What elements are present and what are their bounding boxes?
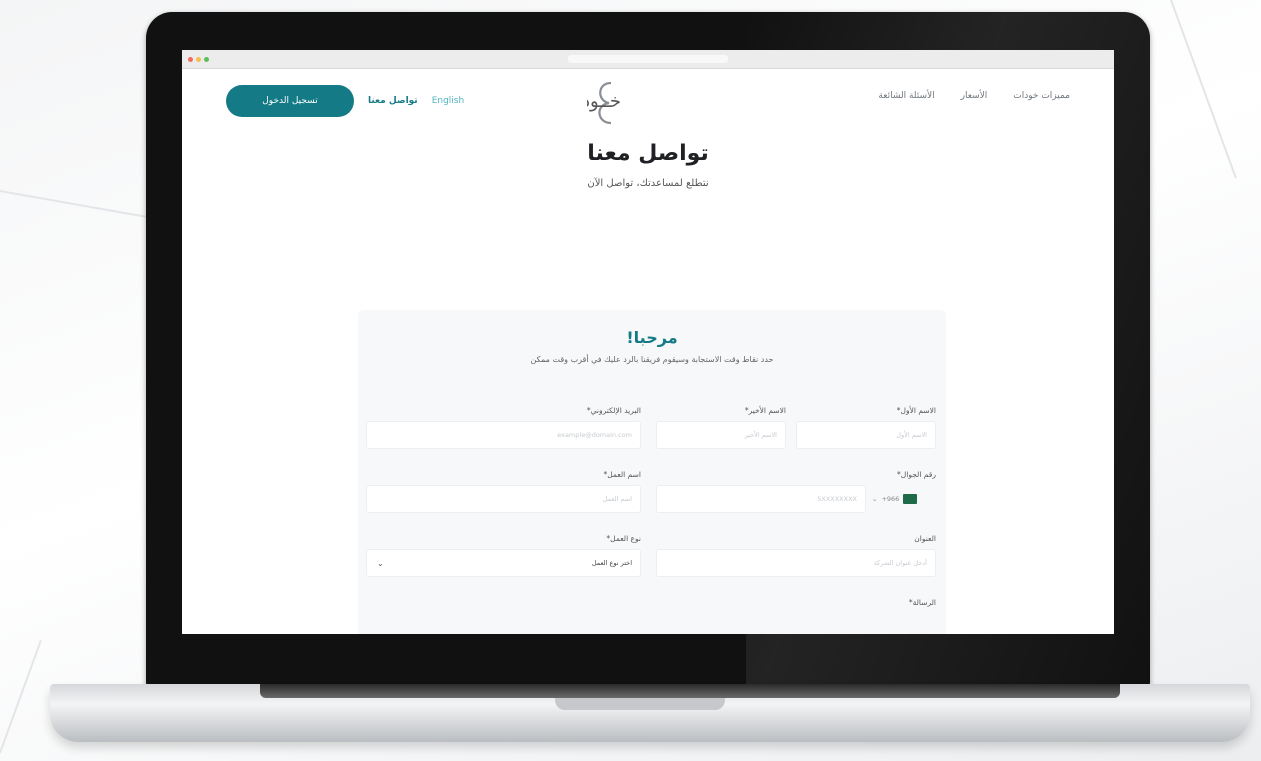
background-line bbox=[0, 640, 42, 754]
phone-label: رقم الجوال* bbox=[897, 470, 936, 479]
address-input[interactable]: أدخل عنوان الشركة bbox=[656, 549, 936, 577]
page-subtitle: نتطلع لمساعدتك، تواصل الآن bbox=[587, 178, 709, 189]
address-label: العنوان bbox=[914, 534, 936, 543]
maximize-dot-icon[interactable] bbox=[204, 56, 209, 62]
laptop-hinge bbox=[260, 684, 1120, 698]
card-description: حدد نقاط وقت الاستجابة وسيقوم فريقنا بال… bbox=[530, 355, 774, 364]
email-input[interactable]: example@domain.com bbox=[366, 421, 641, 449]
header-actions: تسجيل الدخول تواصل معنا English bbox=[226, 85, 464, 117]
first-name-field: الاسم الأول* الاسم الأول bbox=[796, 406, 936, 449]
site-header: مميزات خودات الأسعار الأسئلة الشائعة خــ… bbox=[182, 69, 1114, 133]
laptop-screen: مميزات خودات الأسعار الأسئلة الشائعة خــ… bbox=[182, 50, 1114, 634]
saudi-flag-icon bbox=[903, 494, 918, 504]
nav-link-pricing[interactable]: الأسعار bbox=[961, 91, 988, 101]
background-line bbox=[1170, 0, 1237, 179]
last-name-input[interactable]: الاسم الأخير bbox=[656, 421, 786, 449]
last-name-field: الاسم الأخير* الاسم الأخير bbox=[656, 406, 786, 449]
nav-link-features[interactable]: مميزات خودات bbox=[1013, 91, 1070, 101]
business-type-label: نوع العمل* bbox=[606, 534, 641, 543]
hero-section: تواصل معنا نتطلع لمساعدتك، تواصل الآن bbox=[182, 141, 1114, 189]
phone-field: رقم الجوال* 5XXXXXXXX ⌄ +966 bbox=[656, 470, 936, 513]
first-name-input[interactable]: الاسم الأول bbox=[796, 421, 936, 449]
country-code: +966 bbox=[881, 495, 900, 503]
first-name-label: الاسم الأول* bbox=[896, 406, 936, 415]
card-title: مرحبا! bbox=[626, 328, 678, 347]
browser-toolbar bbox=[182, 50, 1114, 69]
message-label: الرسالة* bbox=[908, 598, 936, 607]
minimize-dot-icon[interactable] bbox=[196, 56, 201, 62]
laptop-base bbox=[50, 684, 1250, 742]
window-controls bbox=[188, 56, 209, 62]
business-type-field: نوع العمل* اختر نوع العمل ⌄ bbox=[366, 534, 641, 577]
address-field: العنوان أدخل عنوان الشركة bbox=[656, 534, 936, 577]
company-field: اسم العمل* اسم العمل bbox=[366, 470, 641, 513]
chevron-down-icon: ⌄ bbox=[377, 558, 384, 568]
laptop-notch bbox=[555, 698, 725, 710]
email-label: البريد الإلكتروني* bbox=[586, 406, 641, 415]
contact-form-card: مرحبا! حدد نقاط وقت الاستجابة وسيقوم فري… bbox=[358, 310, 946, 634]
background-line bbox=[0, 190, 148, 219]
contact-link[interactable]: تواصل معنا bbox=[368, 96, 418, 106]
message-field: الرسالة* bbox=[366, 598, 936, 613]
close-dot-icon[interactable] bbox=[188, 56, 193, 62]
chevron-down-icon: ⌄ bbox=[872, 495, 878, 503]
phone-group: 5XXXXXXXX ⌄ +966 bbox=[656, 485, 936, 513]
login-button[interactable]: تسجيل الدخول bbox=[226, 85, 354, 117]
language-switch[interactable]: English bbox=[432, 96, 465, 106]
brand-logo[interactable]: خــودات bbox=[587, 75, 707, 129]
main-nav: مميزات خودات الأسعار الأسئلة الشائعة bbox=[878, 91, 1070, 101]
company-input[interactable]: اسم العمل bbox=[366, 485, 641, 513]
address-bar[interactable] bbox=[568, 55, 728, 63]
page-title: تواصل معنا bbox=[587, 141, 709, 166]
country-code-select[interactable]: ⌄ +966 bbox=[872, 485, 936, 513]
phone-input[interactable]: 5XXXXXXXX bbox=[656, 485, 866, 513]
business-type-select[interactable]: اختر نوع العمل ⌄ bbox=[366, 549, 641, 577]
logo-text: خــودات bbox=[587, 91, 621, 112]
last-name-label: الاسم الأخير* bbox=[744, 406, 786, 415]
email-field: البريد الإلكتروني* example@domain.com bbox=[366, 406, 641, 449]
business-type-value: اختر نوع العمل bbox=[591, 559, 632, 567]
nav-link-faq[interactable]: الأسئلة الشائعة bbox=[878, 91, 934, 101]
company-label: اسم العمل* bbox=[603, 470, 642, 479]
